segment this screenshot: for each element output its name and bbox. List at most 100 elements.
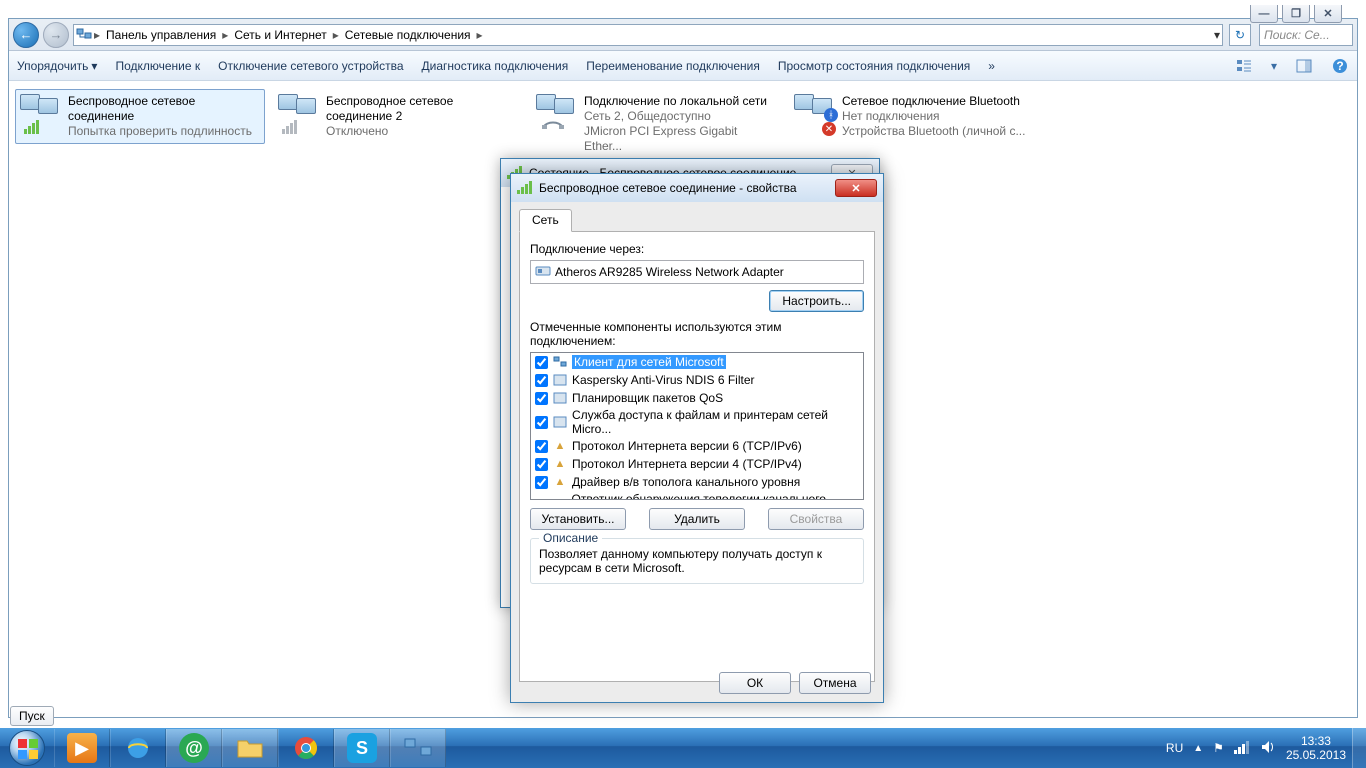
taskbar-item-media-player[interactable]: ▶: [54, 729, 110, 767]
taskbar-item-chrome[interactable]: [278, 729, 334, 767]
toolbar-disconnect[interactable]: Отключение сетевого устройства: [218, 59, 403, 73]
component-label: Клиент для сетей Microsoft: [572, 355, 726, 369]
bluetooth-icon: ✕ ᚼ: [794, 94, 836, 136]
start-button[interactable]: [0, 728, 54, 768]
uninstall-button[interactable]: Удалить: [649, 508, 745, 530]
connect-via-label: Подключение через:: [530, 242, 864, 256]
connection-item-lan[interactable]: Подключение по локальной сети Сеть 2, Об…: [531, 89, 781, 159]
breadcrumb-control-panel[interactable]: Панель управления: [102, 26, 220, 44]
tray-volume-icon[interactable]: [1260, 739, 1276, 758]
component-checkbox[interactable]: [535, 476, 548, 489]
address-bar[interactable]: ▸ Панель управления ▸ Сеть и Интернет ▸ …: [73, 24, 1223, 46]
connection-item-bluetooth[interactable]: ✕ ᚼ Сетевое подключение Bluetooth Нет по…: [789, 89, 1039, 144]
close-button[interactable]: ✕: [1314, 5, 1342, 23]
bluetooth-badge-icon: ᚼ: [824, 108, 838, 122]
preview-pane-icon[interactable]: [1295, 57, 1313, 75]
taskbar-item-skype[interactable]: S: [334, 729, 390, 767]
component-checkbox[interactable]: [535, 374, 548, 387]
description-legend: Описание: [539, 531, 602, 545]
search-input[interactable]: Поиск: Се...: [1259, 24, 1353, 46]
network-center-icon: [403, 733, 433, 763]
wifi-icon: [517, 179, 533, 198]
tray-language[interactable]: RU: [1166, 741, 1183, 755]
component-label: Kaspersky Anti-Virus NDIS 6 Filter: [572, 373, 755, 387]
tray-network-icon[interactable]: [1234, 739, 1250, 758]
connection-item-wifi2[interactable]: Беспроводное сетевое соединение 2 Отключ…: [273, 89, 523, 144]
properties-dialog-titlebar[interactable]: Беспроводное сетевое соединение - свойст…: [511, 174, 883, 202]
component-checkbox[interactable]: [535, 416, 548, 429]
dropdown-icon[interactable]: ▾: [1214, 28, 1220, 42]
breadcrumb-network-internet[interactable]: Сеть и Интернет: [230, 26, 330, 44]
tray-show-hidden-icon[interactable]: ▲: [1193, 743, 1203, 754]
component-item[interactable]: Kaspersky Anti-Virus NDIS 6 Filter: [531, 371, 863, 389]
components-list[interactable]: Клиент для сетей Microsoft Kaspersky Ant…: [530, 352, 864, 500]
tab-body: Подключение через: Atheros AR9285 Wirele…: [519, 232, 875, 682]
windows-logo-icon: [9, 730, 45, 766]
protocol-icon: ▲: [552, 438, 568, 454]
help-icon[interactable]: ?: [1331, 57, 1349, 75]
show-desktop-button[interactable]: [1352, 728, 1366, 768]
service-icon: [552, 372, 568, 388]
component-item[interactable]: ▲ Драйвер в/в тополога канального уровня: [531, 473, 863, 491]
toolbar-more[interactable]: »: [988, 59, 995, 73]
dialog-footer: ОК Отмена: [511, 664, 883, 702]
view-options-icon[interactable]: [1235, 57, 1253, 75]
component-label: Драйвер в/в тополога канального уровня: [572, 475, 800, 489]
protocol-icon: ▲: [552, 456, 568, 472]
folder-icon: [235, 733, 265, 763]
component-item[interactable]: ▲ Протокол Интернета версии 4 (TCP/IPv4): [531, 455, 863, 473]
adapter-field: Atheros AR9285 Wireless Network Adapter: [530, 260, 864, 284]
tray-date: 25.05.2013: [1286, 748, 1346, 762]
taskbar-item-ie[interactable]: [110, 729, 166, 767]
components-label: Отмеченные компоненты используются этим …: [530, 320, 864, 348]
component-item[interactable]: Планировщик пакетов QoS: [531, 389, 863, 407]
component-item[interactable]: Клиент для сетей Microsoft: [531, 353, 863, 371]
tab-network[interactable]: Сеть: [519, 209, 572, 232]
network-icon: [76, 27, 92, 43]
nav-forward-button[interactable]: →: [43, 22, 69, 48]
toolbar-connect[interactable]: Подключение к: [115, 59, 200, 73]
maximize-button[interactable]: ❐: [1282, 5, 1310, 23]
component-checkbox[interactable]: [535, 356, 548, 369]
service-icon: [552, 390, 568, 406]
component-label: Служба доступа к файлам и принтерам сете…: [572, 408, 859, 436]
chevron-down-icon[interactable]: ▾: [1271, 59, 1277, 73]
skype-icon: S: [347, 733, 377, 763]
chevron-right-icon: ▸: [94, 28, 100, 42]
properties-button[interactable]: Свойства: [768, 508, 864, 530]
install-button[interactable]: Установить...: [530, 508, 626, 530]
toolbar-status[interactable]: Просмотр состояния подключения: [778, 59, 970, 73]
component-checkbox[interactable]: [535, 458, 548, 471]
configure-button[interactable]: Настроить...: [769, 290, 864, 312]
tray-clock[interactable]: 13:33 25.05.2013: [1286, 734, 1346, 762]
component-item[interactable]: ▲ Ответчик обнаружения топологии канальн…: [531, 491, 863, 500]
cancel-button[interactable]: Отмена: [799, 672, 871, 694]
minimize-button[interactable]: —: [1250, 5, 1278, 23]
description-text: Позволяет данному компьютеру получать до…: [539, 547, 855, 575]
component-checkbox[interactable]: [535, 500, 548, 501]
taskbar-item-network[interactable]: [390, 729, 446, 767]
connection-device: Устройства Bluetooth (личной с...: [842, 124, 1034, 139]
component-item[interactable]: ▲ Протокол Интернета версии 6 (TCP/IPv6): [531, 437, 863, 455]
component-item[interactable]: Служба доступа к файлам и принтерам сете…: [531, 407, 863, 437]
toolbar-rename[interactable]: Переименование подключения: [586, 59, 760, 73]
toolbar-organize[interactable]: Упорядочить▾: [17, 59, 97, 73]
refresh-button[interactable]: ↻: [1229, 24, 1251, 46]
component-checkbox[interactable]: [535, 440, 548, 453]
toolbar: Упорядочить▾ Подключение к Отключение се…: [9, 51, 1357, 81]
connection-item-wifi[interactable]: Беспроводное сетевое соединение Попытка …: [15, 89, 265, 144]
close-button[interactable]: ✕: [835, 179, 877, 197]
window-chrome: — ❐ ✕: [1250, 5, 1342, 23]
taskbar-item-app1[interactable]: @: [166, 729, 222, 767]
svg-text:?: ?: [1336, 59, 1343, 73]
ok-button[interactable]: ОК: [719, 672, 791, 694]
error-icon: ✕: [822, 122, 836, 136]
properties-dialog-title: Беспроводное сетевое соединение - свойст…: [539, 181, 797, 195]
breadcrumb-network-connections[interactable]: Сетевые подключения: [341, 26, 475, 44]
tray-flag-icon[interactable]: ⚑: [1213, 741, 1224, 755]
nav-back-button[interactable]: ←: [13, 22, 39, 48]
taskbar-item-explorer[interactable]: [222, 729, 278, 767]
component-checkbox[interactable]: [535, 392, 548, 405]
toolbar-diagnose[interactable]: Диагностика подключения: [422, 59, 569, 73]
chevron-down-icon: ▾: [91, 59, 97, 73]
